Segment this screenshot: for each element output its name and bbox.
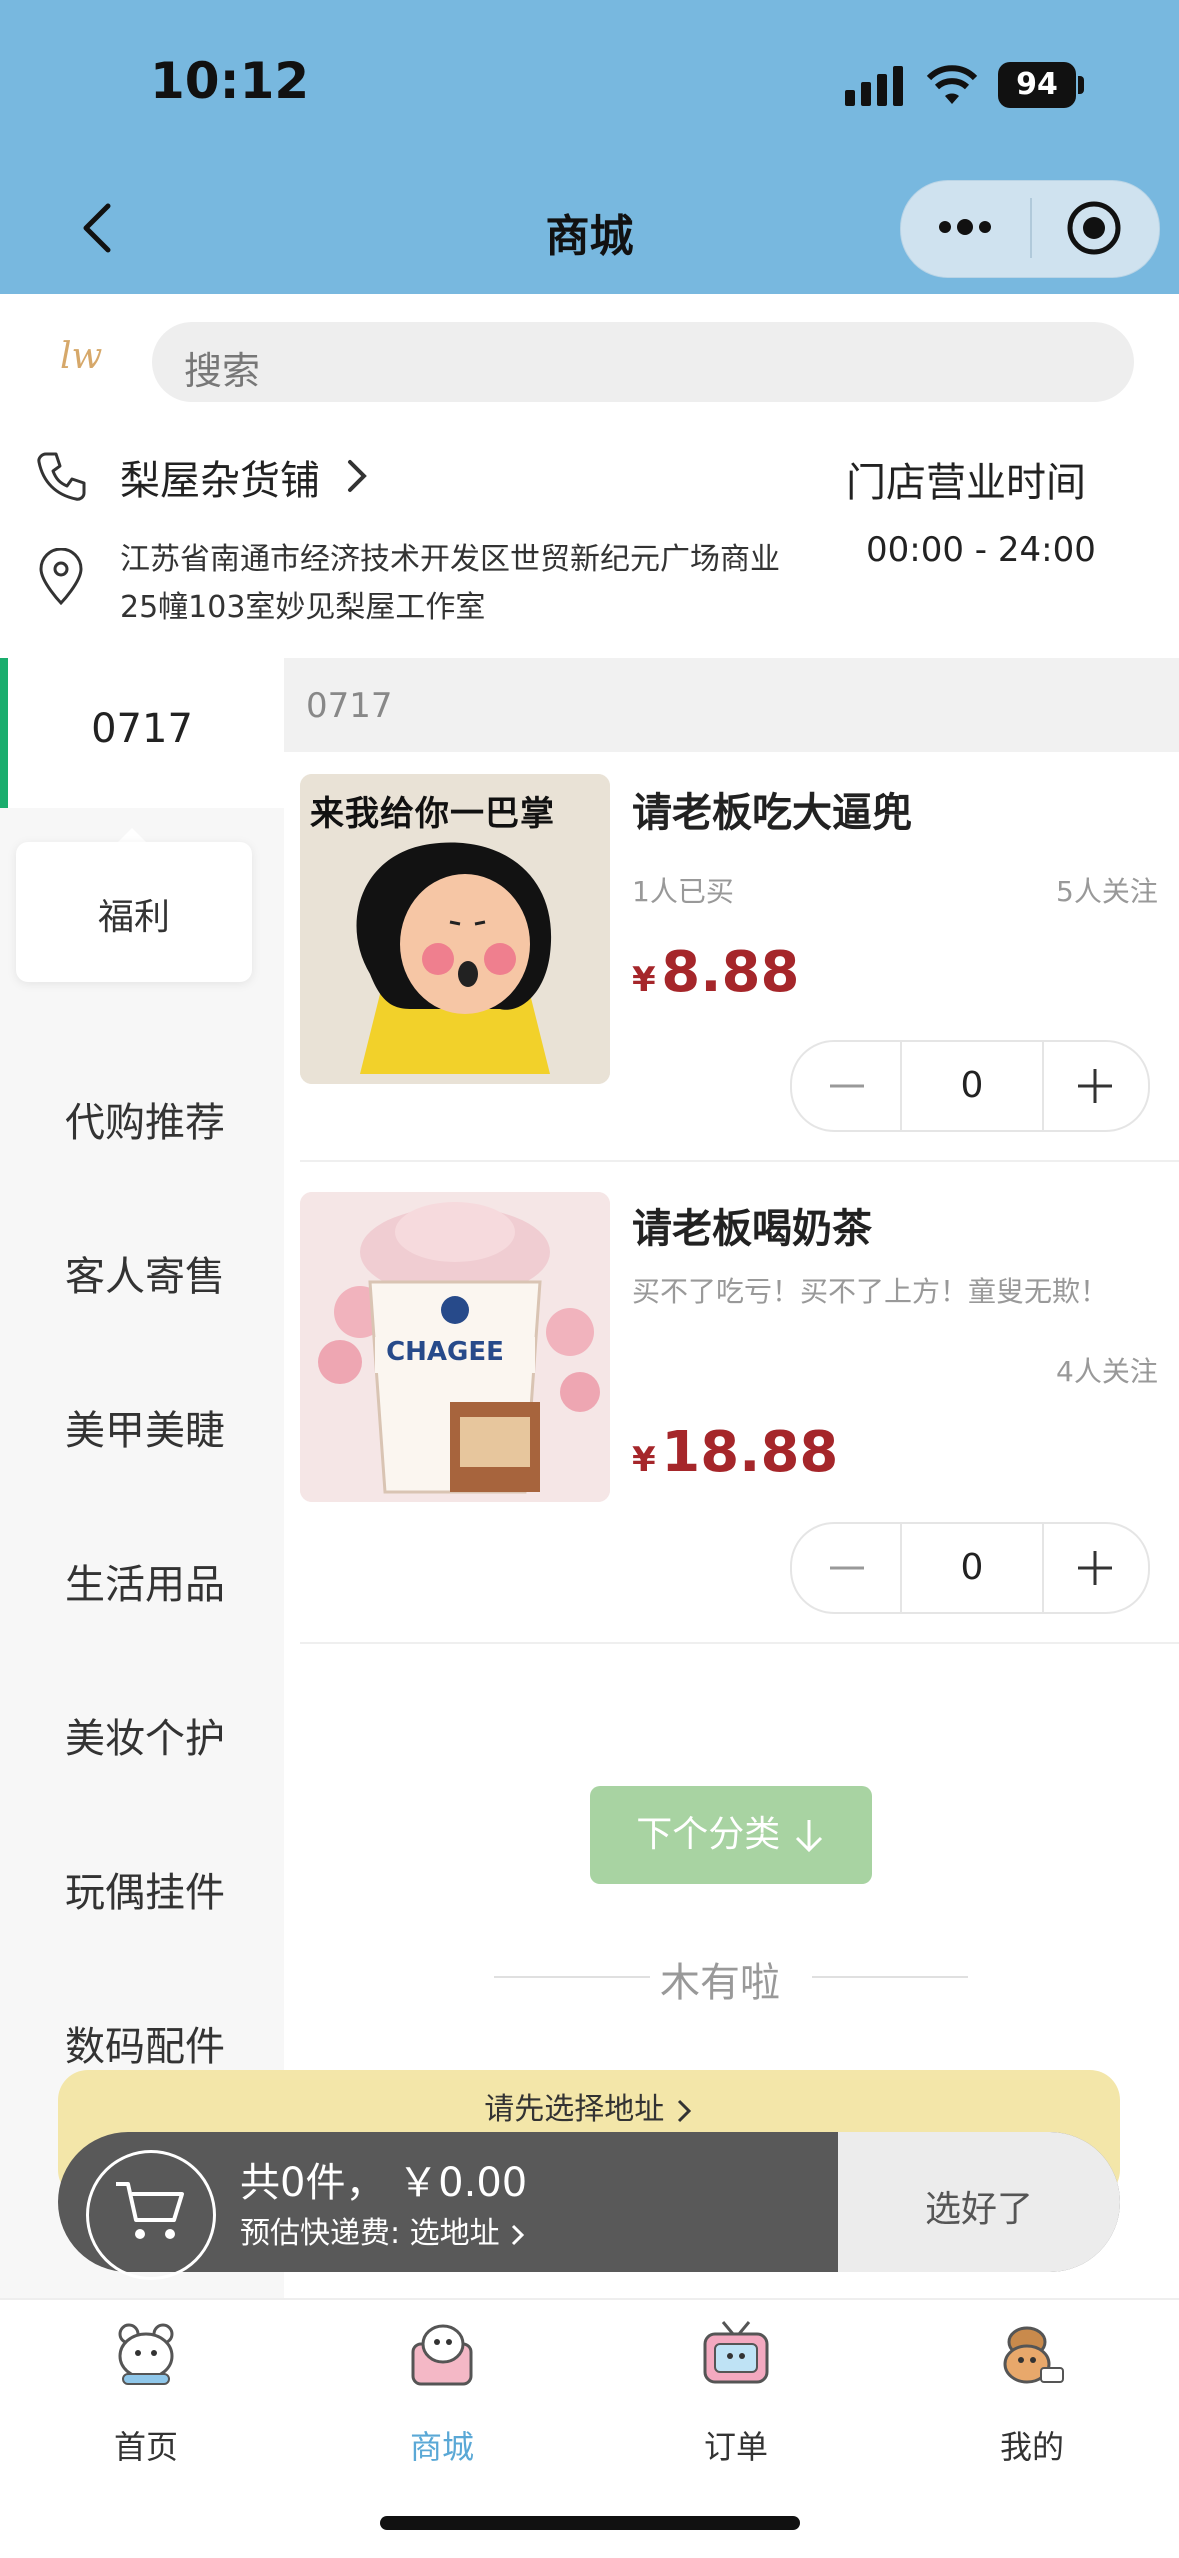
product-title[interactable]: 请老板吃大逼兜 (632, 780, 912, 838)
chevron-right-icon[interactable] (344, 456, 372, 496)
product-title[interactable]: 请老板喝奶茶 (632, 1196, 872, 1254)
hours-value: 00:00 - 24:00 (866, 530, 1096, 570)
image-caption: CHAGEE (386, 1337, 504, 1367)
price-currency: ¥ (632, 1440, 656, 1480)
product-price: ¥ 8.88 (632, 940, 799, 1005)
sidebar-item-beauty[interactable]: 美妆个护 (0, 1706, 290, 1764)
store-name[interactable]: 梨屋杂货铺 (120, 448, 320, 506)
price-value: 8.88 (661, 940, 800, 1005)
subcategory-welfare[interactable]: 福利 (16, 888, 252, 940)
product-follow-count: 5人关注 (1056, 875, 1158, 908)
tv-bear-icon (703, 2321, 769, 2384)
price-currency: ¥ (632, 960, 656, 1000)
quantity-stepper: 0 (790, 1522, 1150, 1614)
sidebar-item-0717[interactable]: 0717 (0, 706, 284, 752)
chevron-right-icon (512, 2224, 525, 2245)
chevron-right-icon (677, 2099, 691, 2122)
hours-label: 门店营业时间 (846, 460, 1086, 506)
tab-orders[interactable]: 订单 (646, 2318, 826, 2468)
cart-total: 共0件， ￥0.00 (240, 2160, 528, 2206)
price-value: 18.88 (661, 1420, 839, 1485)
store-address: 江苏省南通市经济技术开发区世贸新纪元广场商业25幢103室妙见梨屋工作室 (120, 542, 780, 625)
tab-profile[interactable]: 我的 (942, 2318, 1122, 2468)
product-divider (300, 1642, 1179, 1644)
tab-home-label: 首页 (113, 2428, 178, 2466)
address-prompt[interactable]: 请先选择地址 (58, 2084, 1120, 2128)
image-caption: 来我给你一巴掌 (310, 794, 555, 834)
next-category-label: 下个分类 (636, 1814, 781, 1855)
status-time: 10:12 (150, 52, 310, 110)
product-price: ¥ 18.88 (632, 1420, 838, 1485)
battery-tip (1078, 76, 1084, 94)
product-image[interactable]: CHAGEE (300, 1192, 610, 1502)
search-placeholder: 搜索 (184, 349, 261, 393)
capsule-divider (1030, 198, 1032, 258)
sidebar-item-purchase[interactable]: 代购推荐 (0, 1090, 290, 1148)
product-divider (300, 1160, 1179, 1162)
product-follow-count: 4人关注 (1056, 1355, 1158, 1388)
category-header (284, 658, 1179, 752)
phone-icon[interactable] (36, 450, 88, 502)
cart-icon[interactable] (110, 2176, 190, 2246)
product-description: 买不了吃亏！买不了上方！童叟无欺！ (632, 1275, 1109, 1308)
tab-shop[interactable]: 商城 (352, 2318, 532, 2468)
location-icon (39, 548, 83, 606)
product-image[interactable]: 来我给你一巴掌 (300, 774, 610, 1084)
plus-icon[interactable] (1042, 1524, 1148, 1612)
tab-profile-label: 我的 (999, 2428, 1064, 2466)
shipping-text: 预估快递费: 选地址 (240, 2216, 500, 2251)
more-icon[interactable] (935, 214, 995, 240)
sidebar-item-nails[interactable]: 美甲美睫 (0, 1398, 290, 1456)
end-divider-left (494, 1976, 650, 1978)
quantity-value[interactable]: 0 (900, 1524, 1044, 1612)
sidebar-item-daily[interactable]: 生活用品 (0, 1552, 290, 1610)
bear-chef-icon (1003, 2326, 1064, 2384)
plus-icon[interactable] (1042, 1042, 1148, 1130)
bear-face-icon (118, 2323, 174, 2385)
address-prompt-text: 请先选择地址 (484, 2092, 665, 2127)
sidebar-item-digital[interactable]: 数码配件 (0, 2014, 290, 2072)
battery-indicator: 94 (998, 62, 1076, 108)
arrow-down-icon (795, 1820, 822, 1853)
category-header-title: 0717 (306, 686, 393, 726)
next-category-button[interactable]: 下个分类 (590, 1786, 872, 1884)
minus-icon[interactable] (792, 1524, 900, 1612)
search-input[interactable] (152, 322, 1134, 402)
home-indicator (380, 2516, 800, 2530)
product-sold-count: 1人已买 (632, 875, 734, 908)
quantity-value[interactable]: 0 (900, 1042, 1044, 1130)
bear-shop-icon (411, 2324, 473, 2386)
shipping-estimate[interactable]: 预估快递费: 选地址 (240, 2208, 527, 2252)
sidebar-item-consign[interactable]: 客人寄售 (0, 1244, 290, 1302)
end-divider-right (812, 1976, 968, 1978)
close-target-icon[interactable] (1066, 200, 1122, 256)
tab-home[interactable]: 首页 (56, 2318, 236, 2468)
end-of-list-text: 木有啦 (660, 1960, 780, 2006)
tab-orders-label: 订单 (703, 2428, 768, 2466)
checkout-label[interactable]: 选好了 (838, 2180, 1120, 2232)
wifi-icon (926, 65, 978, 104)
quantity-stepper: 0 (790, 1040, 1150, 1132)
tab-shop-label: 商城 (409, 2428, 474, 2466)
shop-logo: lw (60, 336, 103, 377)
sidebar-item-dolls[interactable]: 玩偶挂件 (0, 1860, 290, 1918)
minus-icon[interactable] (792, 1042, 900, 1130)
signal-icon (845, 66, 903, 106)
